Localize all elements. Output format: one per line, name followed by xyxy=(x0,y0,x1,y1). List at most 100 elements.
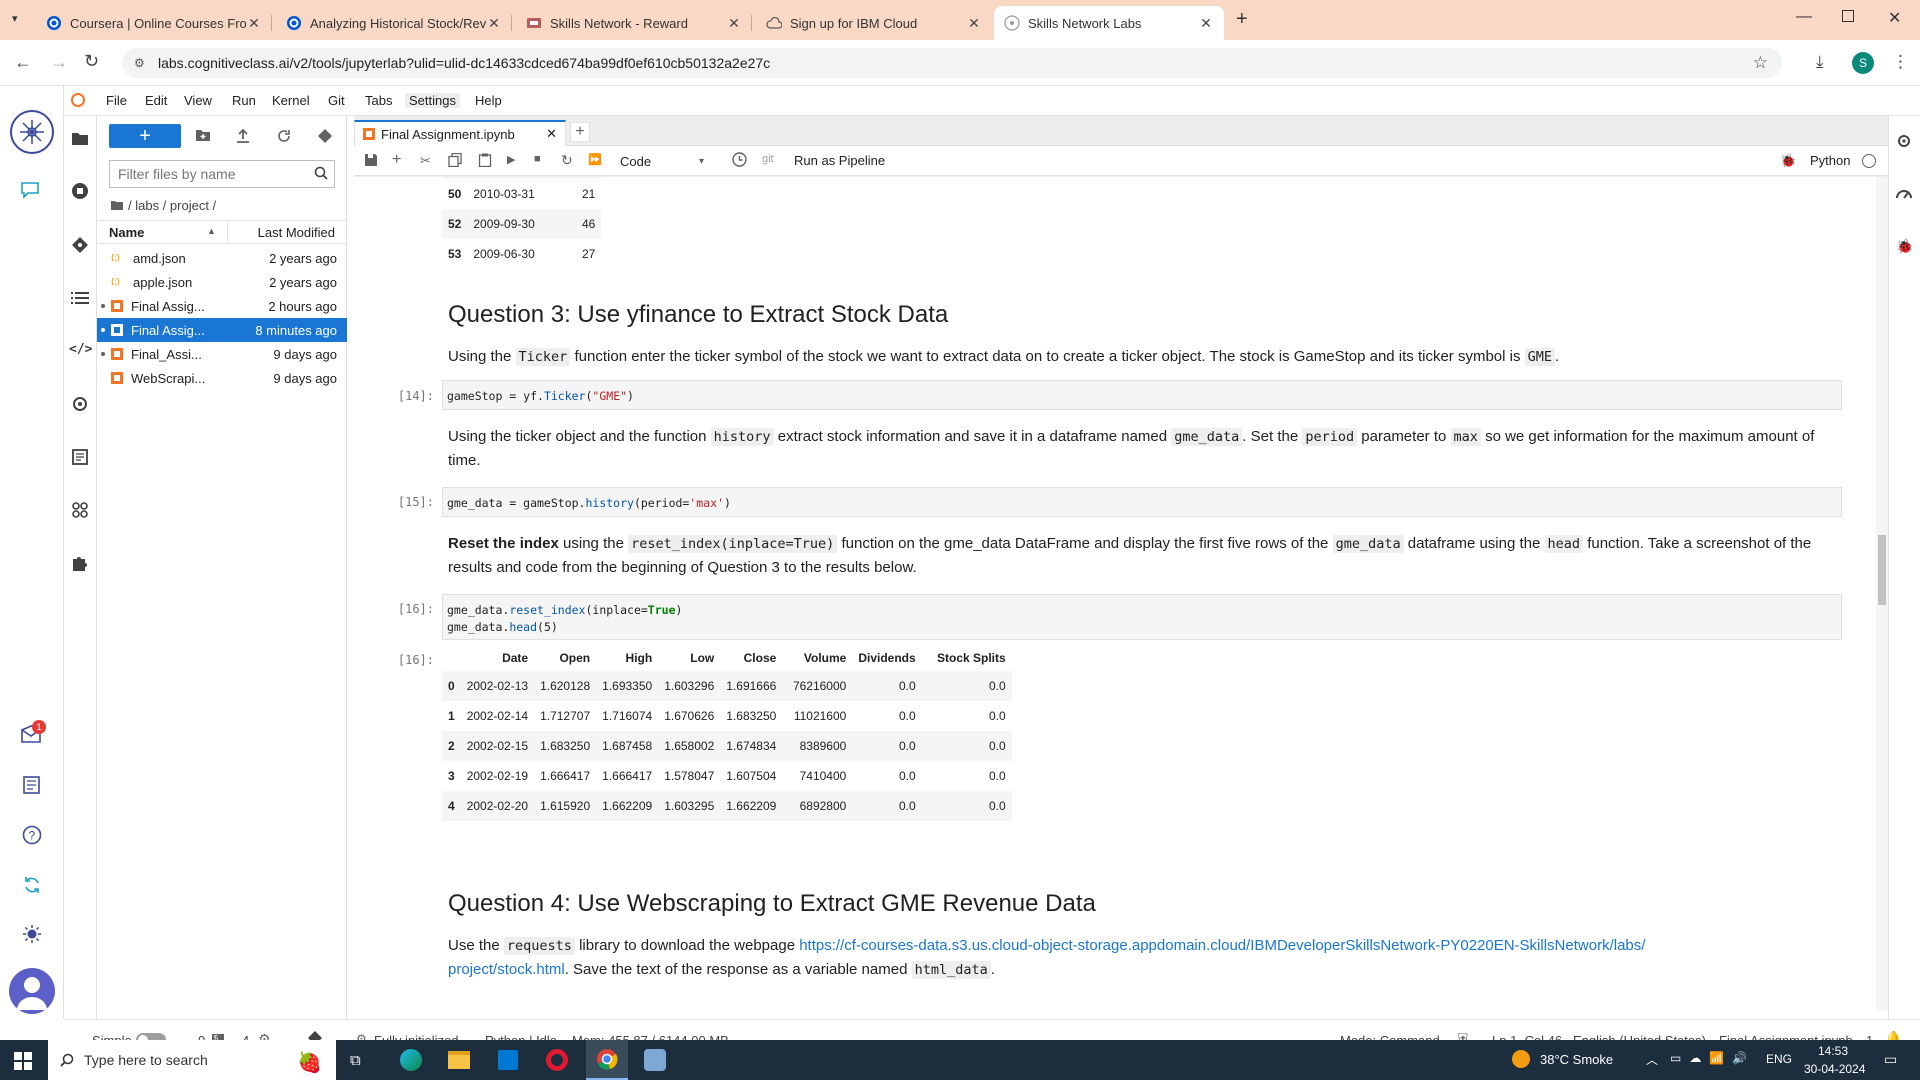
profile-avatar[interactable]: S xyxy=(1852,52,1874,74)
menu-run[interactable]: Run xyxy=(232,93,256,108)
file-item[interactable]: WebScrapi... 9 days ago xyxy=(97,366,347,390)
user-avatar[interactable] xyxy=(9,968,55,1014)
tab-search-icon[interactable]: ▾ xyxy=(12,12,28,28)
copy-icon[interactable] xyxy=(448,153,464,169)
paste-icon[interactable] xyxy=(478,153,494,169)
metadata-icon[interactable] xyxy=(71,448,91,468)
skills-network-logo[interactable] xyxy=(10,110,54,154)
file-filter-input[interactable] xyxy=(118,166,308,182)
chat-icon[interactable] xyxy=(20,180,40,200)
close-icon[interactable]: ✕ xyxy=(546,126,557,142)
forward-icon[interactable]: → xyxy=(50,52,68,73)
back-icon[interactable]: ← xyxy=(14,52,32,73)
gauge-icon[interactable] xyxy=(1895,185,1915,205)
run-as-pipeline-button[interactable]: Run as Pipeline xyxy=(794,153,885,168)
run-all-icon[interactable]: ⏩ xyxy=(588,153,604,169)
file-item[interactable]: Final Assig... 2 hours ago xyxy=(97,294,347,318)
windows-start-icon[interactable] xyxy=(14,1052,32,1070)
browser-tab-analyzing[interactable]: Analyzing Historical Stock/Rev ✕ xyxy=(276,6,512,40)
url-field[interactable]: ⚙ labs.cognitiveclass.ai/v2/tools/jupyte… xyxy=(122,48,1782,78)
debugger-icon[interactable]: 🐞 xyxy=(1780,153,1796,169)
close-icon[interactable]: ✕ xyxy=(246,15,262,32)
debugger-icon[interactable]: 🐞 xyxy=(1896,238,1916,258)
property-inspector-icon[interactable] xyxy=(1895,132,1915,152)
file-item[interactable]: Final_Assi... 9 days ago xyxy=(97,342,347,366)
weather-text[interactable]: 38°C Smoke xyxy=(1540,1052,1613,1067)
browser-tab-reward[interactable]: Skills Network - Reward ✕ xyxy=(516,6,752,40)
bookmark-star-icon[interactable]: ☆ xyxy=(1753,53,1768,73)
new-folder-icon[interactable] xyxy=(195,128,215,148)
breadcrumb-path[interactable]: / labs / project / xyxy=(128,198,216,213)
reload-icon[interactable]: ↻ xyxy=(84,51,99,72)
menu-edit[interactable]: Edit xyxy=(145,93,167,108)
window-close-button[interactable]: ✕ xyxy=(1888,8,1901,28)
refresh-icon[interactable] xyxy=(276,128,296,148)
chevron-up-icon[interactable]: ︿ xyxy=(1646,1051,1658,1068)
cell-16-code[interactable]: gme_data.reset_index(inplace=True) gme_d… xyxy=(442,594,1842,640)
code-snippets-icon[interactable]: </> xyxy=(69,342,92,362)
git-icon[interactable] xyxy=(71,236,91,256)
file-item[interactable]: {;} amd.json 2 years ago xyxy=(97,246,347,270)
cell-15-code[interactable]: gme_data = gameStop.history(period='max'… xyxy=(442,487,1842,517)
save-icon[interactable] xyxy=(364,153,380,169)
app-icon[interactable] xyxy=(644,1049,666,1071)
help-icon[interactable]: ? xyxy=(22,825,42,845)
new-launcher-button[interactable]: + xyxy=(109,124,181,148)
file-item[interactable]: {;} apple.json 2 years ago xyxy=(97,270,347,294)
puzzle-icon[interactable] xyxy=(71,554,91,574)
upload-icon[interactable] xyxy=(235,128,255,148)
table-of-contents-icon[interactable] xyxy=(71,290,91,310)
kernel-name[interactable]: Python xyxy=(1810,153,1850,168)
sync-icon[interactable] xyxy=(22,875,42,895)
minimize-button[interactable]: — xyxy=(1796,8,1812,26)
taskbar-search-box[interactable]: Type here to search 🍓 xyxy=(48,1040,336,1080)
restore-button[interactable] xyxy=(1842,10,1854,22)
opera-icon[interactable] xyxy=(546,1049,568,1071)
clock-time[interactable]: 14:53 xyxy=(1818,1044,1848,1058)
edge-icon[interactable] xyxy=(400,1049,422,1071)
new-tab-button[interactable]: + xyxy=(1236,8,1248,31)
menu-kernel[interactable]: Kernel xyxy=(272,93,310,108)
run-icon[interactable]: ▶ xyxy=(507,153,523,169)
cell-14-code[interactable]: gameStop = yf.Ticker("GME") xyxy=(442,380,1842,410)
add-cell-icon[interactable]: + xyxy=(392,151,408,168)
close-icon[interactable]: ✕ xyxy=(1198,15,1214,32)
browser-tab-ibm-cloud[interactable]: Sign up for IBM Cloud ✕ xyxy=(756,6,992,40)
browser-tab-skills-network-labs[interactable]: Skills Network Labs ✕ xyxy=(994,6,1224,40)
git-clone-icon[interactable] xyxy=(317,128,337,148)
chrome-icon[interactable] xyxy=(586,1040,628,1080)
extension-grid-icon[interactable] xyxy=(71,501,91,521)
cell-type-select[interactable]: Code ▾ xyxy=(620,151,704,171)
menu-settings[interactable]: Settings xyxy=(405,93,460,108)
store-icon[interactable] xyxy=(498,1050,518,1070)
book-icon[interactable] xyxy=(22,775,42,795)
restart-icon[interactable]: ↻ xyxy=(561,152,577,168)
folder-icon[interactable] xyxy=(111,200,123,210)
file-explorer-icon[interactable] xyxy=(448,1051,470,1069)
close-icon[interactable]: ✕ xyxy=(726,15,742,32)
cut-icon[interactable]: ✂ xyxy=(420,153,436,169)
menu-git[interactable]: Git xyxy=(328,93,345,108)
clock-date[interactable]: 30-04-2024 xyxy=(1804,1062,1865,1076)
modified-column-header[interactable]: Last Modified xyxy=(258,225,335,240)
close-icon[interactable]: ✕ xyxy=(966,15,982,32)
folder-icon[interactable] xyxy=(71,130,91,150)
file-item[interactable]: Final Assig... 8 minutes ago xyxy=(97,318,347,342)
close-icon[interactable]: ✕ xyxy=(486,15,502,32)
action-center-icon[interactable]: ▭ xyxy=(1884,1051,1897,1068)
browser-menu-icon[interactable]: ⋮ xyxy=(1892,52,1909,72)
notebook-tab[interactable]: Final Assignment.ipynb ✕ xyxy=(354,120,566,146)
menu-tabs[interactable]: Tabs xyxy=(365,93,392,108)
name-column-header[interactable]: Name xyxy=(109,225,144,240)
running-kernels-icon[interactable] xyxy=(71,182,91,202)
file-filter-box[interactable] xyxy=(109,160,335,188)
language-indicator[interactable]: ENG xyxy=(1766,1052,1792,1066)
browser-tab-coursera[interactable]: Coursera | Online Courses From ✕ xyxy=(36,6,272,40)
site-info-icon[interactable]: ⚙ xyxy=(134,56,145,70)
menu-file[interactable]: File xyxy=(106,93,127,108)
scrollbar-thumb[interactable] xyxy=(1878,535,1886,605)
property-inspector-icon[interactable] xyxy=(71,395,91,415)
scrollbar-track[interactable] xyxy=(1876,177,1888,1011)
download-icon[interactable]: ⤓ xyxy=(1816,52,1824,72)
git-label[interactable]: git xyxy=(762,153,774,165)
